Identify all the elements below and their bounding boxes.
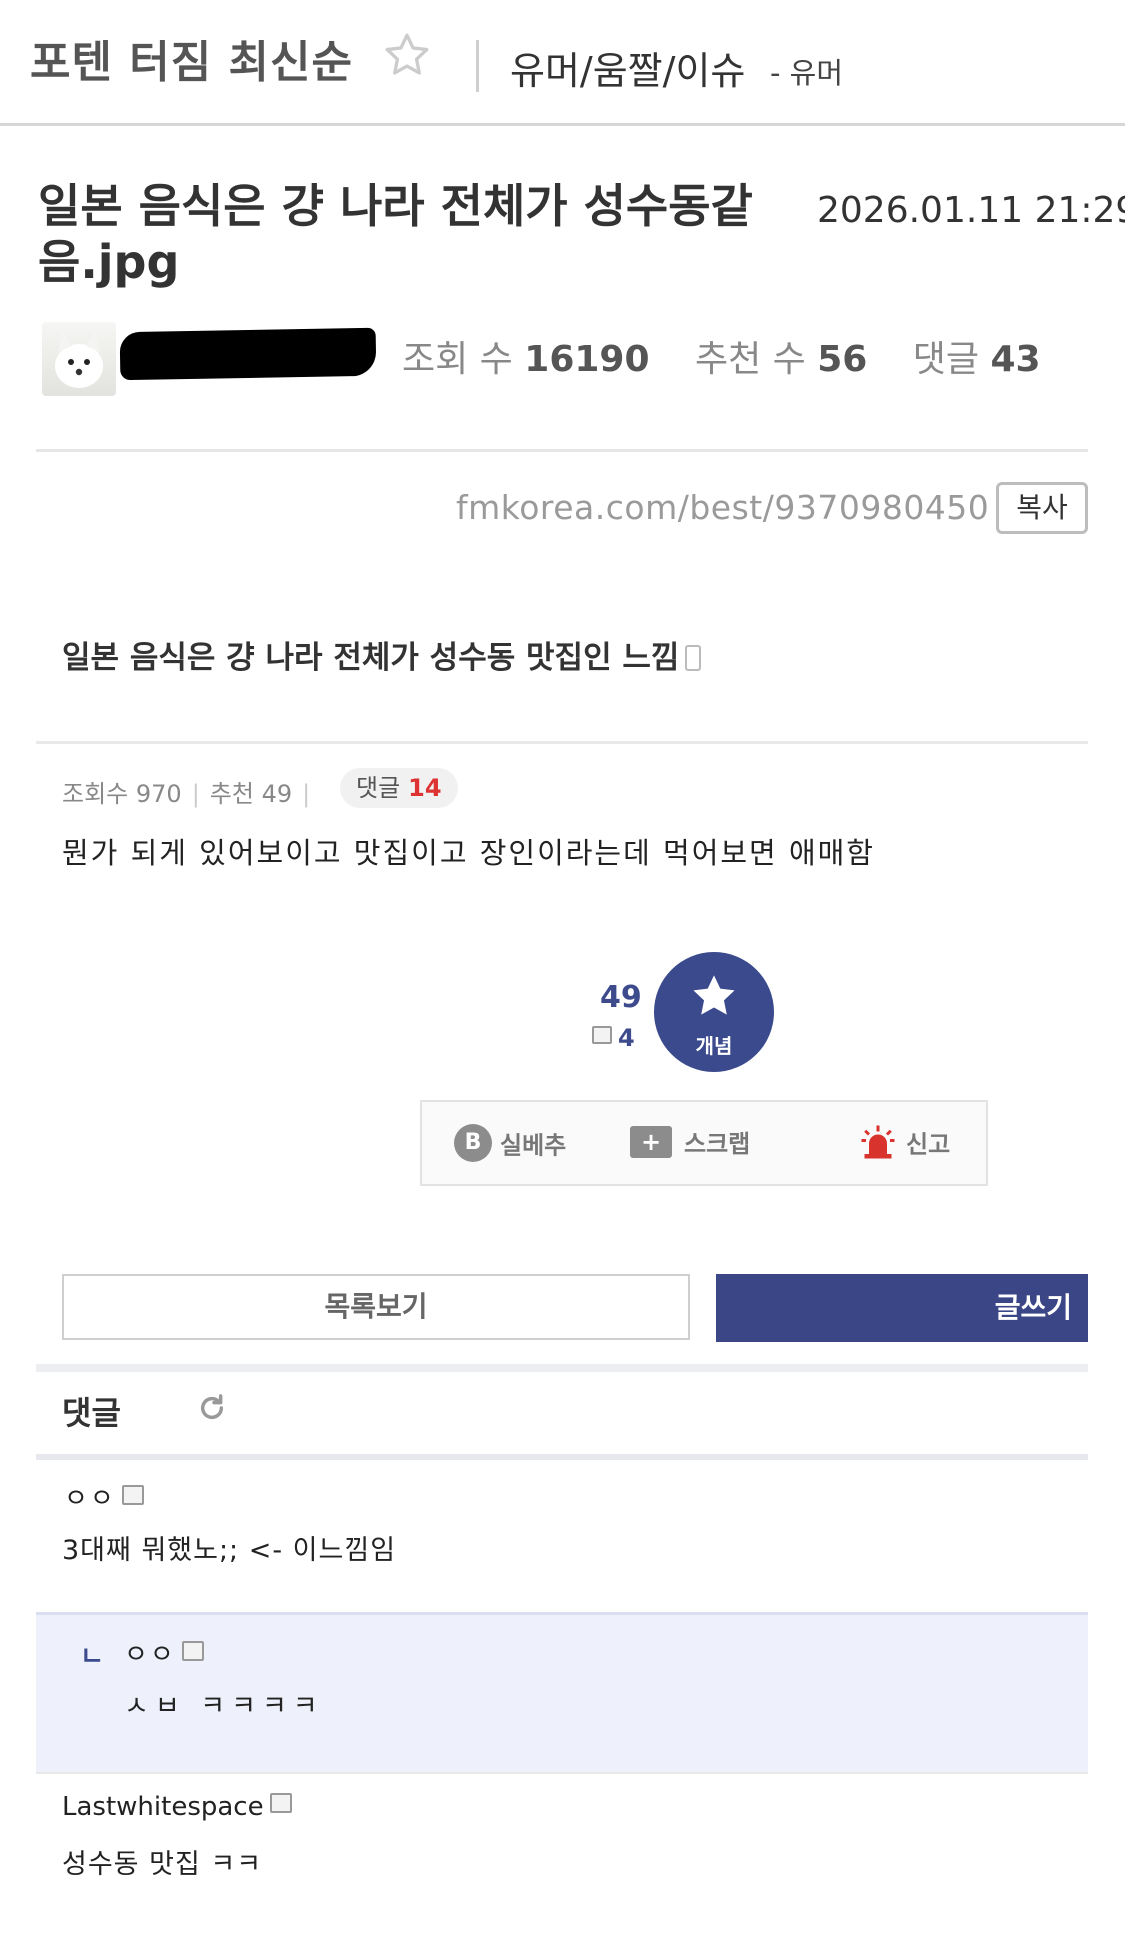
b-icon: B — [454, 1124, 492, 1162]
author-name-redacted — [119, 327, 377, 381]
best-recommend-button[interactable]: B 실베추 — [454, 1124, 566, 1162]
memo-icon — [181, 1641, 204, 1661]
recommends-count: 56 — [817, 339, 868, 380]
post-stats: 조회 수 16190 추천 수 56 댓글 43 — [402, 330, 1041, 382]
comments-label: 댓글 — [912, 339, 980, 380]
comment-nick-text: ㅇㅇ — [64, 1484, 116, 1514]
embedded-views: 조회수 970 — [62, 780, 182, 808]
memo-icon — [592, 1026, 612, 1044]
comments-header: 댓글 — [62, 1394, 121, 1432]
embedded-recommends: 추천 49 — [209, 780, 293, 808]
list-view-button[interactable]: 목록보기 — [62, 1274, 690, 1340]
divider — [36, 449, 1088, 452]
reply-mark: ㄴ — [80, 1642, 104, 1672]
best-label: 실베추 — [500, 1131, 567, 1160]
action-bar: B 실베추 + 스크랩 신고 — [420, 1100, 988, 1186]
board-path[interactable]: 유머/움짤/이슈 — [510, 40, 745, 95]
avatar[interactable] — [42, 322, 116, 396]
report-label: 신고 — [906, 1130, 951, 1159]
vote-count: 49 — [600, 980, 642, 1015]
vote-button[interactable]: 개념 — [654, 952, 774, 1072]
comment-body: 3대째 뭐했노;; <- 이느낌임 — [62, 1535, 397, 1566]
vote-label: 개념 — [695, 1034, 733, 1058]
comment-nick-text: ㅇㅇ — [124, 1640, 176, 1670]
siren-icon — [861, 1125, 895, 1159]
divider — [36, 1454, 1088, 1460]
report-button[interactable]: 신고 — [860, 1124, 950, 1160]
comment-nick[interactable]: Lastwhitespace — [62, 1792, 292, 1822]
vote-sub-value: 4 — [618, 1024, 635, 1052]
divider — [36, 741, 1088, 744]
copy-url-button[interactable]: 복사 — [996, 482, 1088, 534]
post-title: 일본 음식은 걍 나라 전체가 성수동같음.jpg — [38, 179, 753, 289]
views-label: 조회 수 — [402, 339, 513, 380]
top-header: 포텐 터짐 최신순 유머/움짤/이슈 - 유머 — [0, 0, 1125, 126]
comment-nick[interactable]: ㅇㅇ — [64, 1478, 144, 1515]
embedded-title: 일본 음식은 걍 나라 전체가 성수동 맛집인 느낌 — [62, 632, 702, 677]
site-title[interactable]: 포텐 터짐 최신순 — [30, 26, 353, 90]
refresh-icon[interactable] — [196, 1392, 228, 1424]
divider — [36, 1364, 1088, 1372]
reply-badge-count: 14 — [408, 774, 442, 802]
memo-icon — [121, 1485, 144, 1505]
mobile-icon — [685, 645, 702, 671]
folder-plus-icon: + — [630, 1125, 672, 1158]
comment-nick[interactable]: ㅇㅇ — [124, 1634, 204, 1671]
star-icon[interactable] — [382, 30, 432, 80]
embedded-meta: 조회수 970 | 추천 49 | — [62, 780, 311, 808]
divider — [36, 1772, 1088, 1774]
recommends-label: 추천 수 — [694, 339, 806, 380]
views-count: 16190 — [524, 339, 650, 380]
memo-icon — [269, 1793, 292, 1813]
vote-sub-count: 4 — [592, 1024, 635, 1052]
arctic-fox-avatar-icon — [55, 330, 103, 388]
scrap-label: 스크랩 — [684, 1130, 751, 1158]
comment-nick-text: Lastwhitespace — [62, 1792, 264, 1822]
board-subcategory[interactable]: - 유머 — [770, 50, 843, 92]
comment-body: 성수동 맛집 ㅋㅋ — [62, 1849, 263, 1880]
scrap-button[interactable]: + 스크랩 — [630, 1124, 750, 1159]
comment-body: ㅅㅂ ㅋㅋㅋㅋ — [124, 1691, 324, 1722]
comments-count: 43 — [990, 339, 1041, 380]
reply-badge-label: 댓글 — [356, 774, 401, 802]
star-icon — [693, 975, 735, 1015]
embedded-title-text: 일본 음식은 걍 나라 전체가 성수동 맛집인 느낌 — [62, 640, 680, 676]
post-date: 2026.01.11 21:29 — [817, 190, 1125, 231]
reply-count-badge[interactable]: 댓글 14 — [340, 768, 458, 808]
write-post-button[interactable]: 글쓰기 — [716, 1274, 1088, 1342]
header-divider — [476, 40, 479, 92]
embedded-body: 뭔가 되게 있어보이고 맛집이고 장인이라는데 먹어보면 애매함 — [62, 836, 875, 870]
post-url[interactable]: fmkorea.com/best/9370980450 — [456, 488, 989, 527]
